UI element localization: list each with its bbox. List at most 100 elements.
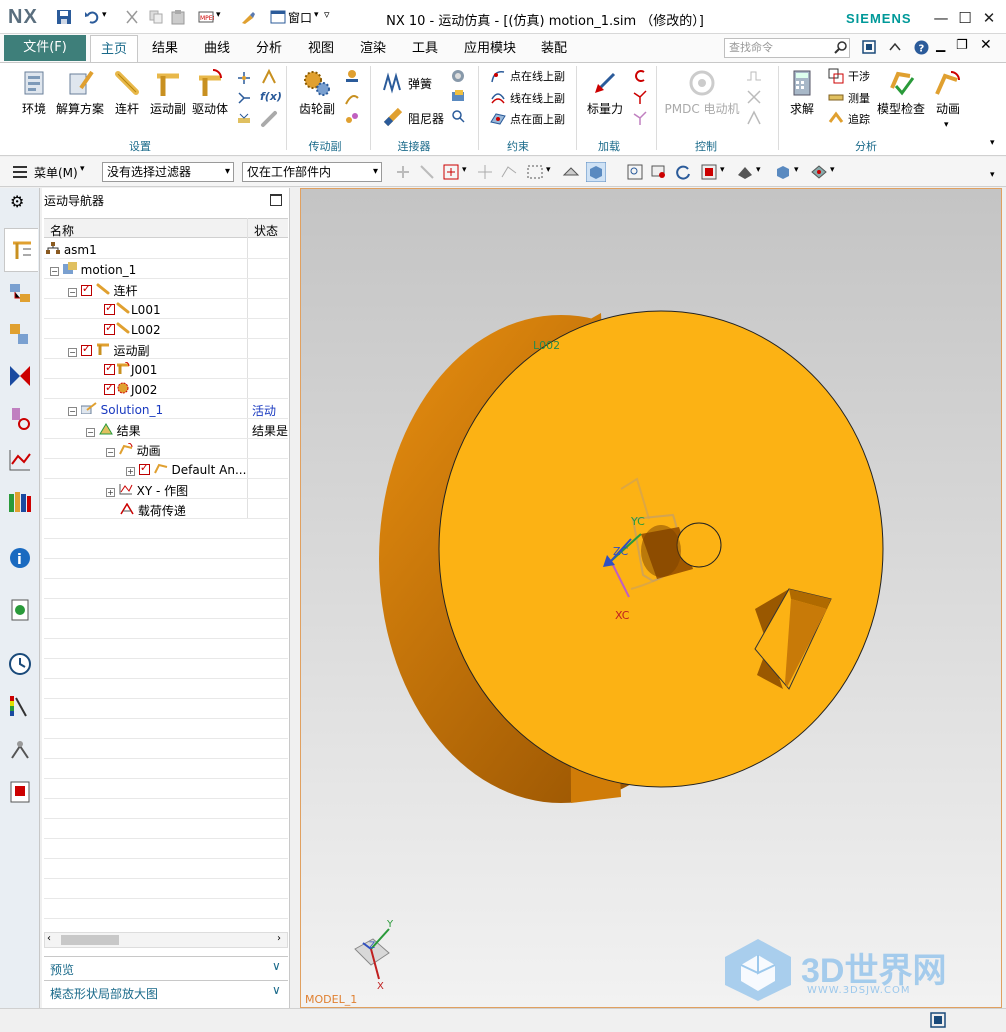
trace-button[interactable]: 追踪 bbox=[848, 111, 870, 127]
undo-icon[interactable] bbox=[84, 9, 100, 25]
point-on-curve-button[interactable]: 点在线上副 bbox=[510, 68, 565, 84]
minimize-icon[interactable]: — bbox=[930, 8, 952, 28]
settings-gear-icon[interactable]: ⚙ bbox=[10, 192, 24, 211]
navigator-maximize-icon[interactable] bbox=[270, 194, 282, 206]
curve-on-curve-button[interactable]: 线在线上副 bbox=[510, 90, 565, 106]
rectangle-select-icon[interactable] bbox=[526, 163, 544, 181]
information-icon[interactable]: i bbox=[6, 544, 34, 572]
visibility-dropdown-icon[interactable]: ▾ bbox=[830, 165, 835, 175]
search-icon[interactable] bbox=[834, 40, 848, 54]
expand-icon[interactable]: + bbox=[126, 467, 135, 476]
doc-restore-icon[interactable]: ❐ bbox=[956, 38, 968, 53]
doc-close-icon[interactable]: ✕ bbox=[980, 37, 992, 53]
collapse-icon[interactable]: − bbox=[86, 428, 95, 437]
history-chart-icon[interactable] bbox=[6, 446, 34, 474]
tree-row-animation[interactable]: − 动画 bbox=[44, 439, 288, 459]
point-icon[interactable] bbox=[260, 68, 278, 86]
doc-minimize-icon[interactable]: ▁ bbox=[936, 38, 945, 52]
collapse-icon[interactable]: − bbox=[106, 448, 115, 457]
snap-curve-icon[interactable] bbox=[500, 163, 518, 181]
plant-output-icon[interactable] bbox=[746, 110, 762, 126]
spring-icon[interactable] bbox=[382, 72, 404, 94]
chevron-down-icon[interactable]: ∨ bbox=[272, 959, 281, 973]
paste-icon[interactable] bbox=[170, 9, 186, 25]
tab-analysis[interactable]: 分析 bbox=[246, 35, 292, 62]
cable-icon[interactable] bbox=[344, 90, 360, 106]
shaft-end[interactable] bbox=[676, 522, 722, 568]
visibility-checkbox[interactable] bbox=[104, 381, 115, 395]
rotate-icon[interactable] bbox=[674, 163, 692, 181]
modal-shape-panel-header[interactable]: 模态形状局部放大图 ∨ bbox=[44, 980, 288, 1002]
animation-button[interactable]: 动画 bbox=[930, 68, 966, 117]
animation-dropdown-icon[interactable]: ▾ bbox=[944, 120, 949, 130]
wireframe-icon[interactable] bbox=[562, 163, 580, 181]
history-clock-icon[interactable] bbox=[6, 650, 34, 678]
measure-button[interactable]: 测量 bbox=[848, 90, 870, 106]
visibility-checkbox[interactable] bbox=[80, 342, 92, 356]
tree-row-j002[interactable]: J002 bbox=[44, 379, 288, 399]
part-navigator-icon[interactable] bbox=[6, 362, 34, 390]
orient-view-icon[interactable] bbox=[700, 163, 718, 181]
preview-panel-header[interactable]: 预览 ∨ bbox=[44, 956, 288, 978]
render-style-dropdown-icon[interactable]: ▾ bbox=[756, 165, 761, 175]
visibility-checkbox[interactable] bbox=[104, 361, 115, 375]
navigator-horizontal-scrollbar[interactable]: ‹ › bbox=[44, 932, 288, 948]
visibility-checkbox[interactable] bbox=[80, 282, 92, 296]
tree-row-j001[interactable]: J001 bbox=[44, 359, 288, 379]
tree-row-load-transfer[interactable]: 载荷传递 bbox=[44, 499, 288, 519]
select-all-icon[interactable] bbox=[442, 163, 460, 181]
tree-row-joints[interactable]: − 运动副 bbox=[44, 339, 288, 359]
motion-navigator-tab[interactable] bbox=[4, 228, 38, 272]
fullscreen-icon[interactable] bbox=[862, 40, 876, 54]
snap-point-icon[interactable] bbox=[476, 163, 494, 181]
tab-view[interactable]: 视图 bbox=[298, 35, 344, 62]
menu-button[interactable]: 菜单(M) bbox=[34, 164, 78, 181]
mpeg-dropdown-icon[interactable]: ▾ bbox=[216, 10, 221, 20]
tab-home[interactable]: 主页 bbox=[90, 35, 138, 62]
edge-style-icon[interactable] bbox=[774, 163, 792, 181]
visibility-checkbox[interactable] bbox=[104, 321, 115, 335]
tab-render[interactable]: 渲染 bbox=[350, 35, 396, 62]
help-icon[interactable]: ? bbox=[914, 40, 929, 55]
color-palette-icon[interactable] bbox=[6, 692, 34, 720]
collapse-icon[interactable]: − bbox=[68, 407, 77, 416]
menu-icon[interactable] bbox=[12, 165, 28, 179]
brush-icon[interactable] bbox=[240, 9, 256, 25]
joint-button[interactable]: 运动副 bbox=[148, 68, 188, 117]
vector-torque-icon[interactable] bbox=[632, 110, 648, 126]
tree-row-asm1[interactable]: asm1 bbox=[44, 239, 288, 259]
collapse-ribbon-icon[interactable] bbox=[888, 40, 902, 54]
vector-force-icon[interactable] bbox=[632, 89, 648, 105]
disk-model[interactable] bbox=[301, 189, 1002, 1008]
column-state-header[interactable]: 状态 bbox=[254, 222, 278, 239]
marker-icon[interactable] bbox=[236, 70, 252, 86]
model-check-button[interactable]: 模型检查 bbox=[876, 68, 926, 117]
window-icon[interactable] bbox=[270, 9, 286, 25]
ribbon-options-icon[interactable]: ▾ bbox=[990, 138, 995, 148]
signal-chart-icon[interactable] bbox=[746, 68, 762, 84]
function-icon[interactable]: f(x) bbox=[260, 90, 282, 103]
web-browser-icon[interactable] bbox=[6, 596, 34, 624]
damper-button[interactable]: 阻尼器 bbox=[408, 110, 444, 127]
maximize-icon[interactable]: ☐ bbox=[954, 8, 976, 28]
constraint-navigator-icon[interactable] bbox=[6, 320, 34, 348]
driver-button[interactable]: 驱动体 bbox=[190, 68, 230, 117]
system-scene-icon[interactable] bbox=[6, 736, 34, 764]
gauge-icon[interactable] bbox=[260, 110, 278, 128]
scroll-left-icon[interactable]: ‹ bbox=[47, 933, 51, 944]
tree-row-xy-graph[interactable]: + XY - 作图 bbox=[44, 479, 288, 499]
point-on-curve-icon[interactable] bbox=[490, 68, 506, 84]
mpeg-icon[interactable]: MPEG bbox=[198, 9, 214, 25]
tree-row-motion-1[interactable]: − motion_1 bbox=[44, 259, 288, 279]
collapse-icon[interactable]: − bbox=[68, 348, 77, 357]
selection-filter-select[interactable]: 没有选择过滤器 bbox=[102, 162, 234, 182]
scroll-thumb[interactable] bbox=[61, 935, 119, 945]
shaded-cube-icon[interactable] bbox=[586, 162, 606, 182]
deselect-icon[interactable] bbox=[418, 163, 436, 181]
view-triad-icon[interactable] bbox=[349, 919, 403, 989]
status-fullscreen-icon[interactable] bbox=[930, 1012, 946, 1028]
2-joint-coupler-icon[interactable] bbox=[344, 110, 360, 126]
plant-input-icon[interactable] bbox=[746, 89, 762, 105]
customize-quick-access-icon[interactable]: ▿ bbox=[324, 8, 330, 21]
close-icon[interactable]: ✕ bbox=[978, 8, 1000, 28]
